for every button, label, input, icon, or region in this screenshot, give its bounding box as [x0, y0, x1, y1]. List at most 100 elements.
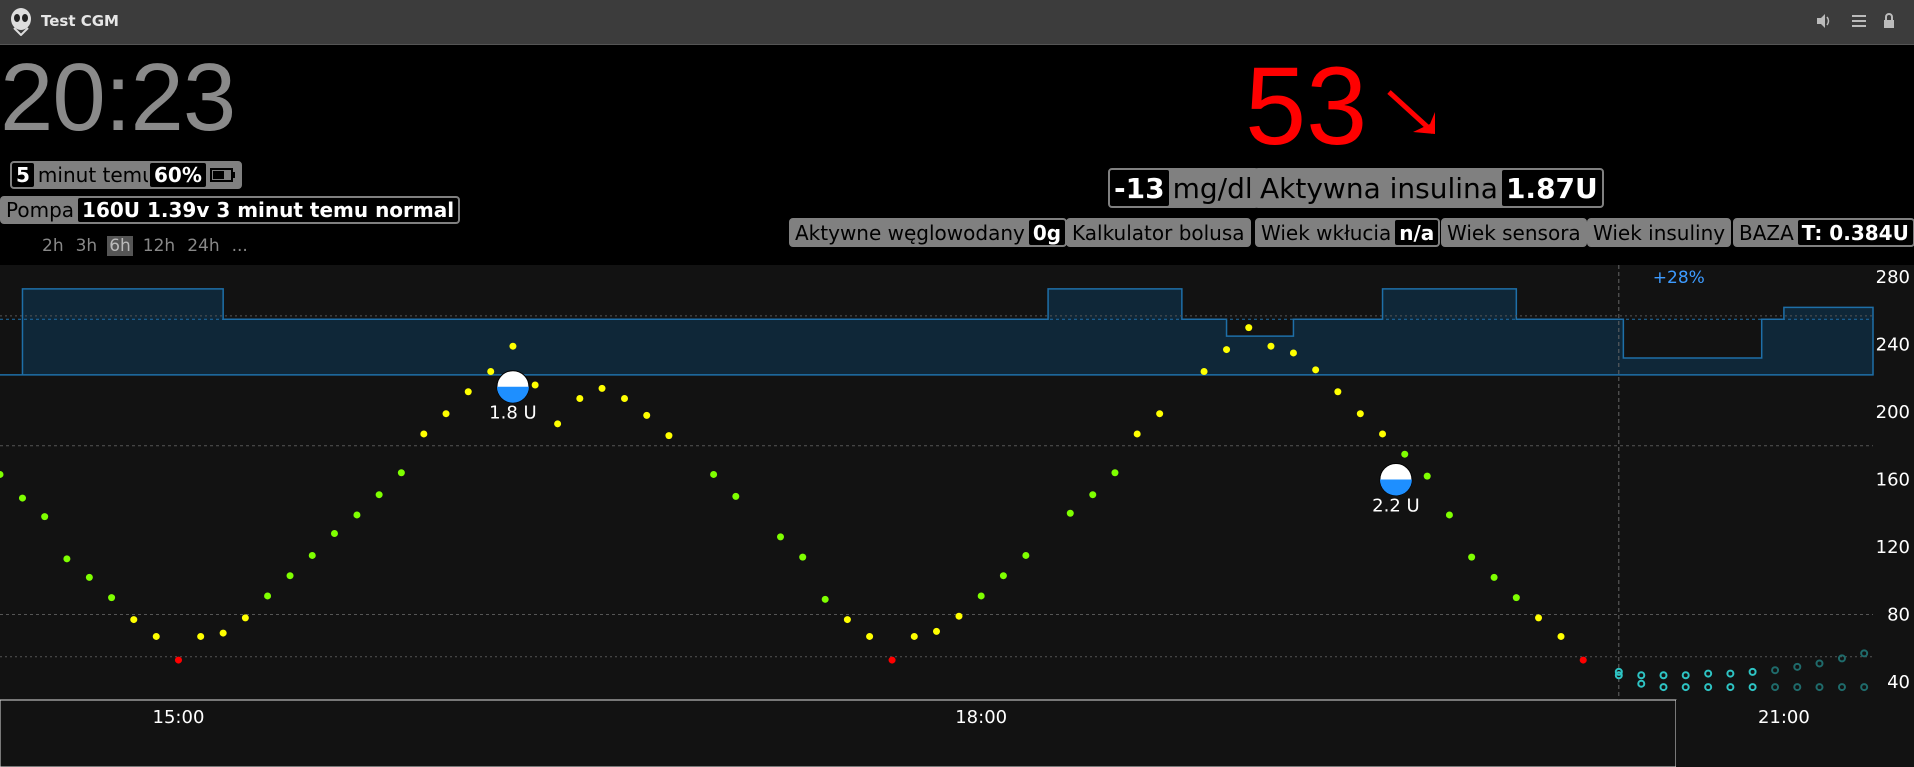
sgv-point [1223, 346, 1231, 354]
bolus-calc-pill[interactable]: Kalkulator bolusa [1066, 218, 1251, 247]
glucose-chart[interactable]: +28% 40 80 120 160 200 240 280 15:00 18:00 21:00 1.… [0, 265, 1914, 767]
sgv-point [1512, 594, 1520, 602]
x-tick-label: 18:00 [955, 707, 1007, 728]
sgv-point [219, 629, 227, 637]
y-tick-label: 240 [1876, 335, 1910, 356]
sgv-point [442, 410, 450, 418]
sgv-point [888, 656, 896, 664]
bolus-label: 1.8 U [489, 403, 537, 424]
basal-pill[interactable]: BAZA T: 0.384U [1733, 218, 1914, 247]
sgv-point [197, 632, 205, 640]
y-tick-label: 120 [1876, 537, 1910, 558]
cannula-age-value: n/a [1395, 220, 1439, 245]
x-axis-band [0, 699, 1677, 767]
sgv-point [397, 469, 405, 477]
sgv-point [1535, 614, 1543, 622]
sgv-point [1401, 450, 1409, 458]
cob-label: Aktywne węglowodany [795, 220, 1025, 245]
pump-label: Pompa [6, 198, 75, 222]
cob-value: 0g [1028, 220, 1066, 245]
sgv-point [1312, 366, 1320, 374]
sgv-point [1133, 430, 1141, 438]
sgv-point [130, 616, 138, 624]
sgv-point [1490, 573, 1498, 581]
x-tick-label: 21:00 [1758, 707, 1810, 728]
sgv-point [375, 491, 383, 499]
cob-pill[interactable]: Aktywne węglowodany 0g [789, 218, 1068, 247]
range-12h[interactable]: 12h [141, 236, 177, 256]
sgv-point [910, 632, 918, 640]
sgv-point [18, 494, 26, 502]
hamburger-menu-icon[interactable] [1850, 12, 1868, 30]
sgv-point [1089, 491, 1097, 499]
iob-label: Aktywna insulina [1260, 171, 1498, 205]
battery-value: 60% [150, 163, 206, 187]
sgv-point [999, 572, 1007, 580]
sgv-point [576, 395, 584, 402]
sgv-point [420, 430, 428, 438]
sgv-point [1468, 553, 1476, 561]
sgv-point [264, 592, 272, 600]
sensor-age-label: Wiek sensora [1447, 220, 1581, 245]
minutes-label: minut temu [37, 163, 155, 187]
y-tick-label: 280 [1876, 267, 1910, 288]
sgv-point [1156, 410, 1164, 418]
sgv-point [1579, 656, 1587, 664]
y-tick-label: 40 [1887, 672, 1910, 693]
sgv-point [85, 573, 93, 581]
speaker-icon[interactable] [1815, 12, 1833, 30]
insulin-age-pill[interactable]: Wiek insuliny [1587, 218, 1732, 247]
range-more[interactable]: ... [230, 236, 250, 256]
sgv-point [1334, 388, 1342, 396]
sgv-point [1557, 632, 1565, 640]
time-range-selector: 2h 3h 6h 12h 24h ... [40, 236, 250, 256]
range-6h[interactable]: 6h [107, 236, 133, 256]
y-tick-label: 160 [1876, 470, 1910, 491]
sgv-point [643, 411, 651, 419]
y-tick-label: 80 [1887, 605, 1910, 626]
range-3h[interactable]: 3h [74, 236, 100, 256]
single-down-right-arrow-icon [1387, 90, 1435, 134]
lock-icon[interactable] [1880, 12, 1898, 30]
sgv-point [330, 530, 338, 537]
sgv-point [933, 627, 940, 635]
temp-basal-label: +28% [1653, 268, 1705, 288]
sgv-point [41, 513, 49, 521]
sgv-point [821, 595, 829, 603]
window-title: Test CGM [41, 12, 119, 30]
battery-pill: 60% [148, 161, 242, 189]
sgv-point [955, 612, 963, 620]
current-time: 20:23 [0, 44, 236, 151]
sgv-point [598, 384, 606, 392]
minutes-value: 5 [12, 163, 34, 187]
pump-pill: Pompa 160U 1.39v 3 minut temu normal [0, 196, 461, 224]
sgv-point [1267, 342, 1275, 350]
sgv-point [63, 555, 71, 563]
cannula-age-pill[interactable]: Wiek wkłucia n/a [1255, 218, 1441, 247]
sgv-point [308, 551, 316, 559]
sgv-point [1423, 472, 1431, 480]
last-reading-age-pill: 5 minut temu [10, 161, 161, 189]
cannula-age-label: Wiek wkłucia [1261, 220, 1392, 245]
sgv-point [710, 470, 718, 478]
range-2h[interactable]: 2h [40, 236, 66, 256]
title-bar: Test CGM [0, 0, 1914, 45]
sgv-point [665, 432, 673, 440]
iob-value: 1.87U [1501, 170, 1602, 206]
sgv-point [732, 492, 740, 500]
current-bg-value: 53 [1245, 45, 1368, 168]
sgv-point [531, 381, 539, 389]
sgv-point [843, 616, 851, 624]
insulin-age-label: Wiek insuliny [1593, 220, 1726, 245]
iob-pill[interactable]: Aktywna insulina 1.87U [1254, 168, 1604, 208]
bg-delta-value: -13 [1110, 170, 1169, 206]
range-24h[interactable]: 24h [185, 236, 221, 256]
sgv-point [1111, 469, 1119, 477]
bg-unit: mg/dl [1172, 171, 1253, 205]
sgv-point [1379, 430, 1387, 438]
sensor-age-pill[interactable]: Wiek sensora [1441, 218, 1587, 247]
sgv-point [1445, 511, 1453, 519]
sgv-point [464, 388, 472, 396]
sgv-point [799, 553, 807, 561]
basal-label: BAZA [1739, 220, 1794, 245]
